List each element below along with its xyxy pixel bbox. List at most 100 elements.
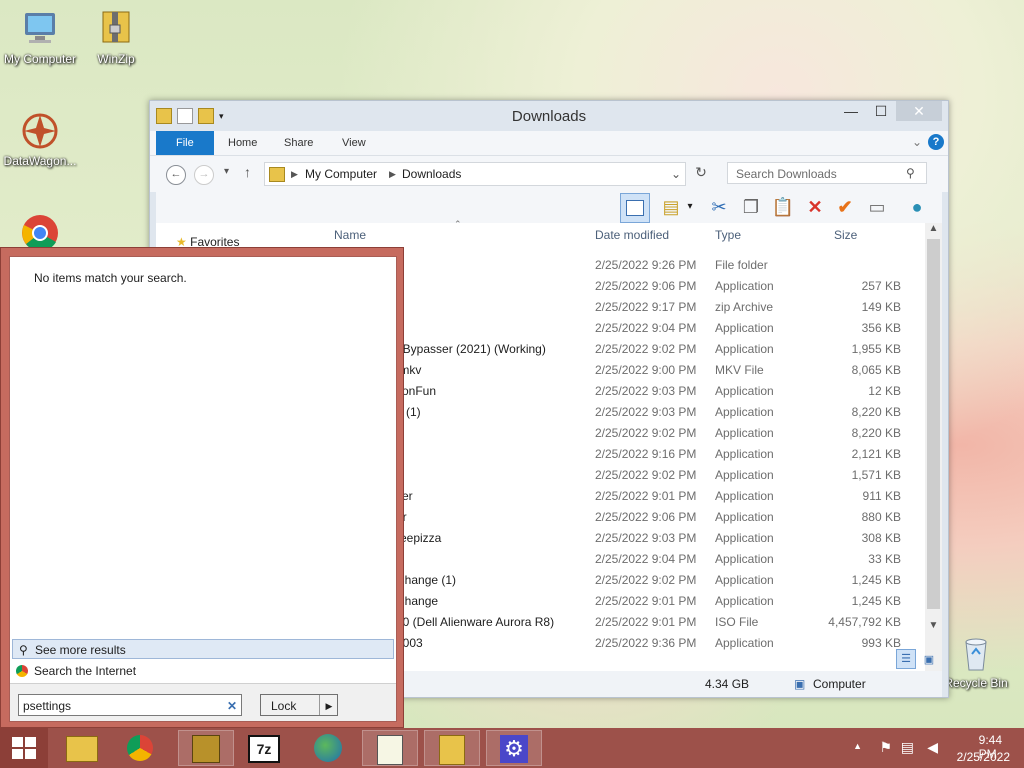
window-title: Downloads <box>511 108 587 125</box>
file-date: 2/25/2022 9:02 PM <box>595 426 697 440</box>
clock-date[interactable]: 2/25/2022 <box>957 750 1010 764</box>
taskbar-file-explorer[interactable] <box>54 730 110 766</box>
scrollbar-thumb[interactable] <box>927 239 940 609</box>
minimize-button[interactable]: — <box>836 101 866 121</box>
file-date: 2/25/2022 9:03 PM <box>595 384 697 398</box>
chevron-down-icon[interactable]: ⌄ <box>671 163 681 185</box>
file-size: 33 KB <box>868 552 901 566</box>
column-date[interactable]: Date modified <box>595 228 669 242</box>
column-type[interactable]: Type <box>715 228 741 242</box>
file-name: 10 (Dell Alienware Aurora R8) <box>396 615 555 629</box>
taskbar: 7z ⚙ ▲ ⚑ ▤ ◀ 9:44 PM 2/25/2022 <box>0 728 1024 768</box>
desktop-icon-my-computer[interactable]: My Computer <box>0 8 80 66</box>
file-type: Application <box>715 573 774 587</box>
datawagon-icon <box>19 110 61 152</box>
taskbar-winzip[interactable] <box>424 730 480 766</box>
power-options-arrow[interactable]: ▶ <box>319 695 338 715</box>
7zip-icon: 7z <box>248 735 280 763</box>
see-more-results-link[interactable]: ⚲ See more results <box>12 639 394 659</box>
taskbar-globe[interactable] <box>300 730 356 766</box>
file-type: Application <box>715 531 774 545</box>
vertical-scrollbar[interactable]: ▲ ▼ <box>925 223 942 671</box>
chevron-down-icon[interactable]: ⌄ <box>912 135 922 149</box>
network-icon[interactable]: ▤ <box>901 739 914 756</box>
help-icon[interactable]: ? <box>928 134 944 150</box>
lock-button[interactable]: Lock ▶ <box>260 694 338 716</box>
up-button[interactable]: ↑ <box>244 164 251 180</box>
cut-icon[interactable]: ✂ <box>706 194 732 220</box>
search-internet-link[interactable]: Search the Internet <box>34 664 136 678</box>
file-size: 8,220 KB <box>851 426 901 440</box>
file-type: Application <box>715 510 774 524</box>
start-search-input[interactable]: psettings ✕ <box>18 694 242 716</box>
breadcrumb-item[interactable]: My Computer <box>305 163 377 185</box>
taskbar-chrome[interactable] <box>112 730 168 766</box>
volume-icon[interactable]: ◀ <box>927 739 938 756</box>
back-button[interactable]: ← <box>166 165 186 185</box>
tab-file[interactable]: File <box>156 131 214 155</box>
copy-icon[interactable]: ❐ <box>738 194 764 220</box>
preview-pane-button[interactable] <box>620 193 650 223</box>
refresh-button[interactable]: ↻ <box>690 164 712 184</box>
start-button[interactable] <box>0 728 48 768</box>
windows-logo-icon <box>12 737 36 759</box>
globe-icon[interactable]: ● <box>904 194 930 220</box>
file-size: 356 KB <box>861 321 901 335</box>
taskbar-settings[interactable]: ⚙ <box>486 730 542 766</box>
tab-home[interactable]: Home <box>216 131 269 155</box>
tab-share[interactable]: Share <box>272 131 325 155</box>
details-view-button[interactable]: ☰ <box>896 649 916 669</box>
tab-view[interactable]: View <box>330 131 378 155</box>
file-type: ISO File <box>715 615 759 629</box>
check-icon[interactable]: ✔ <box>832 194 858 220</box>
large-icons-view-button[interactable]: ▣ <box>920 651 938 669</box>
scroll-up-icon[interactable]: ▲ <box>925 223 942 234</box>
file-size: 1,245 KB <box>851 573 901 587</box>
file-name: t Bypasser (2021) (Working) <box>396 342 546 356</box>
properties-icon[interactable]: ▤ <box>658 194 684 220</box>
search-icon: ⚲ <box>906 166 915 180</box>
scroll-down-icon[interactable]: ▼ <box>925 620 942 631</box>
desktop-icon-label: Recycle Bin <box>944 676 1008 690</box>
file-type: Application <box>715 426 774 440</box>
forward-button[interactable]: → <box>194 165 214 185</box>
delete-icon[interactable]: ✕ <box>802 194 828 220</box>
column-name[interactable]: Name <box>334 228 366 242</box>
breadcrumb-item[interactable]: Downloads <box>402 163 461 185</box>
paste-icon[interactable]: 📋 <box>770 194 796 220</box>
file-size: 8,065 KB <box>851 363 901 377</box>
taskbar-app[interactable] <box>178 730 234 766</box>
search-icon: ⚲ <box>19 643 28 657</box>
close-button[interactable]: ✕ <box>896 101 942 121</box>
search-input[interactable]: Search Downloads <box>727 162 927 184</box>
file-type: Application <box>715 279 774 293</box>
column-size[interactable]: Size <box>834 228 857 242</box>
show-hidden-icons[interactable]: ▲ <box>853 741 862 751</box>
taskbar-notepad[interactable] <box>362 730 418 766</box>
recent-locations-button[interactable]: ▾ <box>224 166 229 177</box>
desktop-icon-datawagon[interactable]: DataWagon... <box>0 110 80 168</box>
file-size: 2,121 KB <box>851 447 901 461</box>
desktop-icon-label: DataWagon... <box>3 154 77 168</box>
globe-icon <box>314 734 342 762</box>
rename-icon[interactable]: ▭ <box>864 194 890 220</box>
file-size: 308 KB <box>861 531 901 545</box>
search-query: psettings <box>23 699 72 713</box>
file-size: 1,245 KB <box>851 594 901 608</box>
file-size: 4,457,792 KB <box>828 615 901 629</box>
desktop-icon-winzip[interactable]: WinZip <box>76 8 156 66</box>
file-type: Application <box>715 342 774 356</box>
address-bar[interactable]: ▶ My Computer ▶ Downloads ⌄ <box>264 162 686 186</box>
flag-icon[interactable]: ⚑ <box>879 739 892 756</box>
taskbar-7zip[interactable]: 7z <box>236 730 292 766</box>
maximize-button[interactable]: ☐ <box>866 101 896 121</box>
chevron-down-icon[interactable]: ▾ <box>684 194 696 220</box>
file-date: 2/25/2022 9:01 PM <box>595 615 697 629</box>
file-date: 2/25/2022 9:17 PM <box>595 300 697 314</box>
file-date: 2/25/2022 9:02 PM <box>595 573 697 587</box>
file-type: Application <box>715 636 774 650</box>
clear-search-icon[interactable]: ✕ <box>227 695 237 717</box>
file-date: 2/25/2022 9:02 PM <box>595 342 697 356</box>
file-size: 1,571 KB <box>851 468 901 482</box>
file-type: MKV File <box>715 363 764 377</box>
